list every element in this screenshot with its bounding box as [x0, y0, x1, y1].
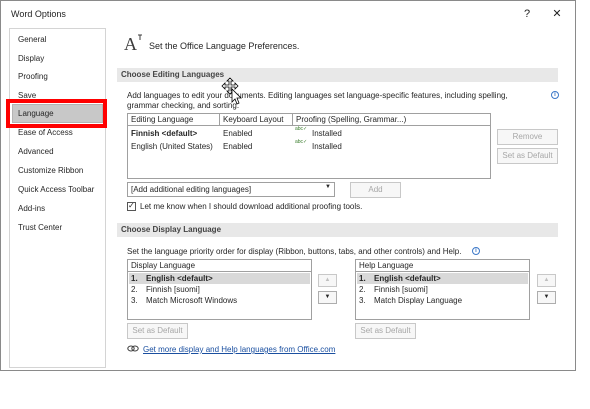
table-row-keyboard: Enabled	[223, 129, 253, 138]
editing-section-header: Choose Editing Languages	[117, 68, 558, 82]
help-move-up-button[interactable]: ▲	[537, 274, 556, 287]
sidebar-item-trust-center[interactable]: Trust Center	[18, 223, 62, 232]
table-row-language[interactable]: Finnish <default>	[131, 129, 197, 138]
svg-text:A: A	[124, 34, 137, 54]
add-language-dropdown[interactable]: [Add additional editing languages] ▼	[127, 182, 335, 197]
page-title: Set the Office Language Preferences.	[149, 41, 300, 51]
sidebar-item-add-ins[interactable]: Add-ins	[18, 204, 45, 213]
word-options-dialog: Word Options ? ✕ General Display Proofin…	[0, 0, 576, 371]
display-description: Set the language priority order for disp…	[127, 247, 462, 256]
proofing-tools-checkbox[interactable]: ✓	[127, 201, 136, 211]
sidebar-item-ease-of-access[interactable]: Ease of Access	[18, 128, 73, 137]
spellcheck-icon: abc✓	[295, 126, 308, 132]
link-icon	[127, 345, 139, 352]
list-item[interactable]: English <default>	[374, 274, 441, 283]
table-row-keyboard: Enabled	[223, 142, 253, 151]
table-row-language[interactable]: English (United States)	[131, 142, 213, 151]
list-item-number: 2.	[359, 285, 366, 294]
proofing-tools-checkbox-label: Let me know when I should download addit…	[140, 202, 363, 211]
sidebar-item-quick-access-toolbar[interactable]: Quick Access Toolbar	[18, 185, 94, 194]
column-header-keyboard-layout[interactable]: Keyboard Layout	[220, 114, 293, 126]
display-language-list[interactable]: Display Language 1. English <default> 2.…	[127, 259, 312, 320]
set-default-help-button[interactable]: Set as Default	[355, 323, 416, 339]
sidebar-item-display[interactable]: Display	[18, 54, 44, 63]
list-item-number: 3.	[359, 296, 366, 305]
display-language-header: Display Language	[128, 260, 311, 272]
sidebar-item-proofing[interactable]: Proofing	[18, 72, 48, 81]
display-move-up-button[interactable]: ▲	[318, 274, 337, 287]
editing-description-line1: Add languages to edit your documents. Ed…	[127, 91, 508, 100]
title-bar: Word Options ? ✕	[1, 1, 575, 27]
move-cursor-icon	[221, 77, 242, 105]
add-button[interactable]: Add	[350, 182, 401, 198]
list-item-number: 3.	[131, 296, 138, 305]
sidebar-item-general[interactable]: General	[18, 35, 46, 44]
display-move-down-button[interactable]: ▼	[318, 291, 337, 304]
list-item-number: 1.	[131, 274, 138, 283]
window-title: Word Options	[11, 9, 66, 19]
table-row-proofing: Installed	[312, 142, 342, 151]
list-item[interactable]: Match Microsoft Windows	[146, 296, 237, 305]
sidebar-item-advanced[interactable]: Advanced	[18, 147, 54, 156]
add-language-dropdown-value: [Add additional editing languages]	[131, 185, 252, 194]
help-button[interactable]: ?	[517, 6, 537, 22]
display-section-header: Choose Display Language	[117, 223, 558, 237]
editing-languages-table[interactable]: Editing Language Keyboard Layout Proofin…	[127, 113, 491, 179]
remove-button[interactable]: Remove	[497, 129, 558, 145]
info-icon[interactable]: i	[551, 91, 559, 99]
list-item[interactable]: Match Display Language	[374, 296, 462, 305]
set-default-editing-button[interactable]: Set as Default	[497, 148, 558, 164]
language-icon: A	[124, 34, 142, 54]
chevron-down-icon: ▼	[325, 184, 331, 190]
info-icon[interactable]: i	[472, 247, 480, 255]
close-button[interactable]: ✕	[547, 6, 567, 22]
list-item[interactable]: English <default>	[146, 274, 213, 283]
help-language-header: Help Language	[356, 260, 529, 272]
language-highlight-box	[6, 99, 107, 128]
main-panel: A Set the Office Language Preferences. C…	[113, 28, 573, 368]
column-header-proofing[interactable]: Proofing (Spelling, Grammar...)	[293, 114, 490, 126]
help-move-down-button[interactable]: ▼	[537, 291, 556, 304]
sidebar: General Display Proofing Save Language E…	[9, 28, 106, 368]
set-default-display-button[interactable]: Set as Default	[127, 323, 188, 339]
spellcheck-icon: abc✓	[295, 139, 308, 145]
list-item-number: 2.	[131, 285, 138, 294]
checkmark-icon: ✓	[128, 201, 135, 210]
list-item[interactable]: Finnish [suomi]	[374, 285, 428, 294]
list-item[interactable]: Finnish [suomi]	[146, 285, 200, 294]
help-language-list[interactable]: Help Language 1. English <default> 2. Fi…	[355, 259, 530, 320]
list-item-number: 1.	[359, 274, 366, 283]
sidebar-item-customize-ribbon[interactable]: Customize Ribbon	[18, 166, 83, 175]
column-header-editing-language[interactable]: Editing Language	[128, 114, 220, 126]
table-row-proofing: Installed	[312, 129, 342, 138]
office-languages-link[interactable]: Get more display and Help languages from…	[143, 345, 335, 354]
